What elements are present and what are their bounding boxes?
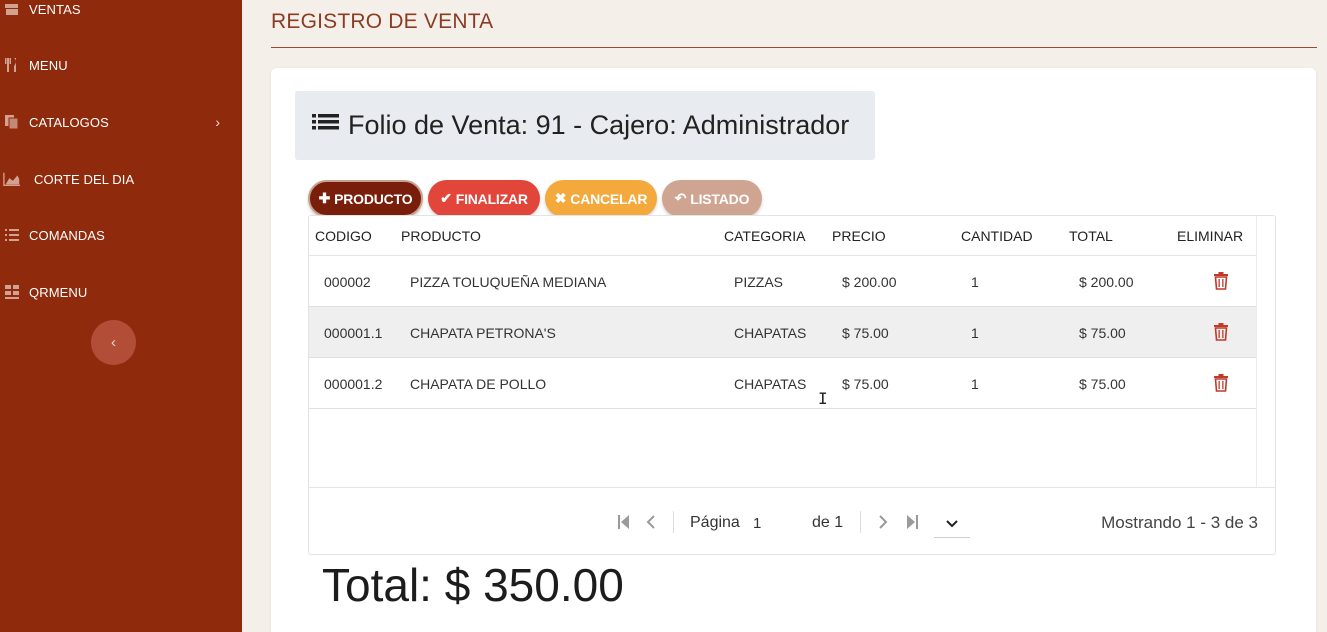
finalize-button[interactable]: ✔ FINALIZAR <box>428 180 540 217</box>
cell-producto: CHAPATA DE POLLO <box>410 376 547 392</box>
cell-codigo: 000002 <box>324 274 371 290</box>
trash-icon[interactable] <box>1213 323 1229 346</box>
trash-icon[interactable] <box>1213 272 1229 295</box>
folio-banner: Folio de Venta: 91 - Cajero: Administrad… <box>295 91 875 160</box>
sidebar-item-catalogos[interactable]: CATALOGOS › <box>0 107 242 137</box>
button-label: FINALIZAR <box>455 190 528 207</box>
list-icon <box>3 226 21 244</box>
documents-icon <box>3 113 21 131</box>
sidebar-item-label: QRMENU <box>29 284 88 300</box>
check-icon: ✔ <box>440 190 452 206</box>
page-title: REGISTRO DE VENTA <box>271 10 494 33</box>
column-header-producto[interactable]: PRODUCTO <box>401 228 481 244</box>
column-header-categoria[interactable]: CATEGORIA <box>724 228 805 244</box>
cell-precio: $ 75.00 <box>842 376 889 392</box>
chevron-right-icon: › <box>215 114 220 130</box>
cell-precio: $ 75.00 <box>842 325 889 341</box>
sidebar: VENTAS MENU CATALOGOS › CORTE DEL DIA CO… <box>0 0 242 632</box>
previous-page-icon[interactable] <box>646 515 656 532</box>
title-divider <box>271 47 1317 48</box>
button-label: PRODUCTO <box>334 190 413 207</box>
cell-cantidad: 1 <box>971 274 979 290</box>
list-button[interactable]: ↶ LISTADO <box>662 180 762 217</box>
cell-categoria: PIZZAS <box>734 274 784 290</box>
pager-info: Mostrando 1 - 3 de 3 <box>1101 513 1258 532</box>
page-number-input[interactable]: 1 <box>753 515 761 532</box>
text-cursor-icon: I <box>818 389 828 408</box>
cell-total: $ 200.00 <box>1079 274 1134 290</box>
column-header-precio[interactable]: PRECIO <box>832 228 886 244</box>
cash-register-icon <box>3 0 21 18</box>
table-row[interactable]: 000001.2 CHAPATA DE POLLO CHAPATAS $ 75.… <box>309 358 1257 409</box>
cell-producto: CHAPATA PETRONA'S <box>410 325 556 341</box>
sidebar-collapse-button[interactable]: ‹ <box>91 320 136 365</box>
add-product-button[interactable]: ✚ PRODUCTO <box>308 180 423 217</box>
cancel-button[interactable]: ✖ CANCELAR <box>545 180 657 217</box>
column-header-cantidad[interactable]: CANTIDAD <box>961 228 1033 244</box>
sidebar-item-comandas[interactable]: COMANDAS <box>0 220 242 250</box>
button-label: LISTADO <box>690 190 750 207</box>
pager: Página 1 de 1 Mostrando 1 - 3 de 3 <box>309 487 1275 554</box>
cell-codigo: 000001.1 <box>324 325 383 341</box>
table-row[interactable]: 000002 PIZZA TOLUQUEÑA MEDIANA PIZZAS $ … <box>309 256 1257 307</box>
column-header-eliminar: ELIMINAR <box>1177 228 1244 244</box>
chevron-left-icon: ‹ <box>111 334 116 351</box>
sidebar-item-label: VENTAS <box>29 1 81 17</box>
pager-divider <box>673 511 674 533</box>
table-header: CODIGO PRODUCTO CATEGORIA PRECIO CANTIDA… <box>309 216 1257 256</box>
table-row[interactable]: 000001.1 CHAPATA PETRONA'S CHAPATAS $ 75… <box>309 307 1257 358</box>
sidebar-item-qrmenu[interactable]: QRMENU <box>0 277 242 307</box>
cell-producto: PIZZA TOLUQUEÑA MEDIANA <box>410 274 607 290</box>
chevron-down-icon <box>946 519 958 527</box>
sidebar-item-label: CATALOGOS <box>29 114 109 130</box>
sidebar-item-corte-del-dia[interactable]: CORTE DEL DIA <box>0 164 242 194</box>
cell-cantidad: 1 <box>971 325 979 341</box>
sale-total: Total: $ 350.00 <box>322 559 624 611</box>
cell-precio: $ 200.00 <box>842 274 897 290</box>
cell-categoria: CHAPATAS <box>734 376 807 392</box>
area-chart-icon <box>3 170 21 188</box>
button-label: CANCELAR <box>570 190 648 207</box>
next-page-icon[interactable] <box>878 515 888 532</box>
sidebar-item-label: MENU <box>29 57 68 73</box>
last-page-icon[interactable] <box>906 515 918 532</box>
sidebar-item-ventas[interactable]: VENTAS <box>0 0 242 24</box>
folio-text: Folio de Venta: 91 - Cajero: Administrad… <box>348 110 850 140</box>
sidebar-item-menu[interactable]: MENU <box>0 50 242 80</box>
page-size-select[interactable] <box>934 510 970 538</box>
sale-items-table: CODIGO PRODUCTO CATEGORIA PRECIO CANTIDA… <box>308 215 1276 555</box>
cell-total: $ 75.00 <box>1079 376 1126 392</box>
list-icon <box>312 111 340 140</box>
first-page-icon[interactable] <box>618 515 630 532</box>
utensils-icon <box>3 56 21 74</box>
sale-card: Folio de Venta: 91 - Cajero: Administrad… <box>271 68 1316 632</box>
trash-icon[interactable] <box>1213 374 1229 397</box>
sidebar-item-label: COMANDAS <box>29 227 105 243</box>
cell-cantidad: 1 <box>971 376 979 392</box>
page-count: de 1 <box>812 514 844 531</box>
plus-icon: ✚ <box>318 190 331 206</box>
cell-total: $ 75.00 <box>1079 325 1126 341</box>
qr-grid-icon <box>3 283 21 301</box>
cell-categoria: CHAPATAS <box>734 325 807 341</box>
cell-codigo: 000001.2 <box>324 376 383 392</box>
undo-icon: ↶ <box>674 190 687 206</box>
column-header-total[interactable]: TOTAL <box>1069 228 1113 244</box>
table-scrollbar[interactable] <box>1256 216 1275 487</box>
sidebar-item-label: CORTE DEL DIA <box>34 171 135 187</box>
column-header-codigo[interactable]: CODIGO <box>315 228 372 244</box>
close-icon: ✖ <box>554 190 567 206</box>
pager-divider <box>860 511 861 533</box>
page-label: Página <box>690 514 740 531</box>
